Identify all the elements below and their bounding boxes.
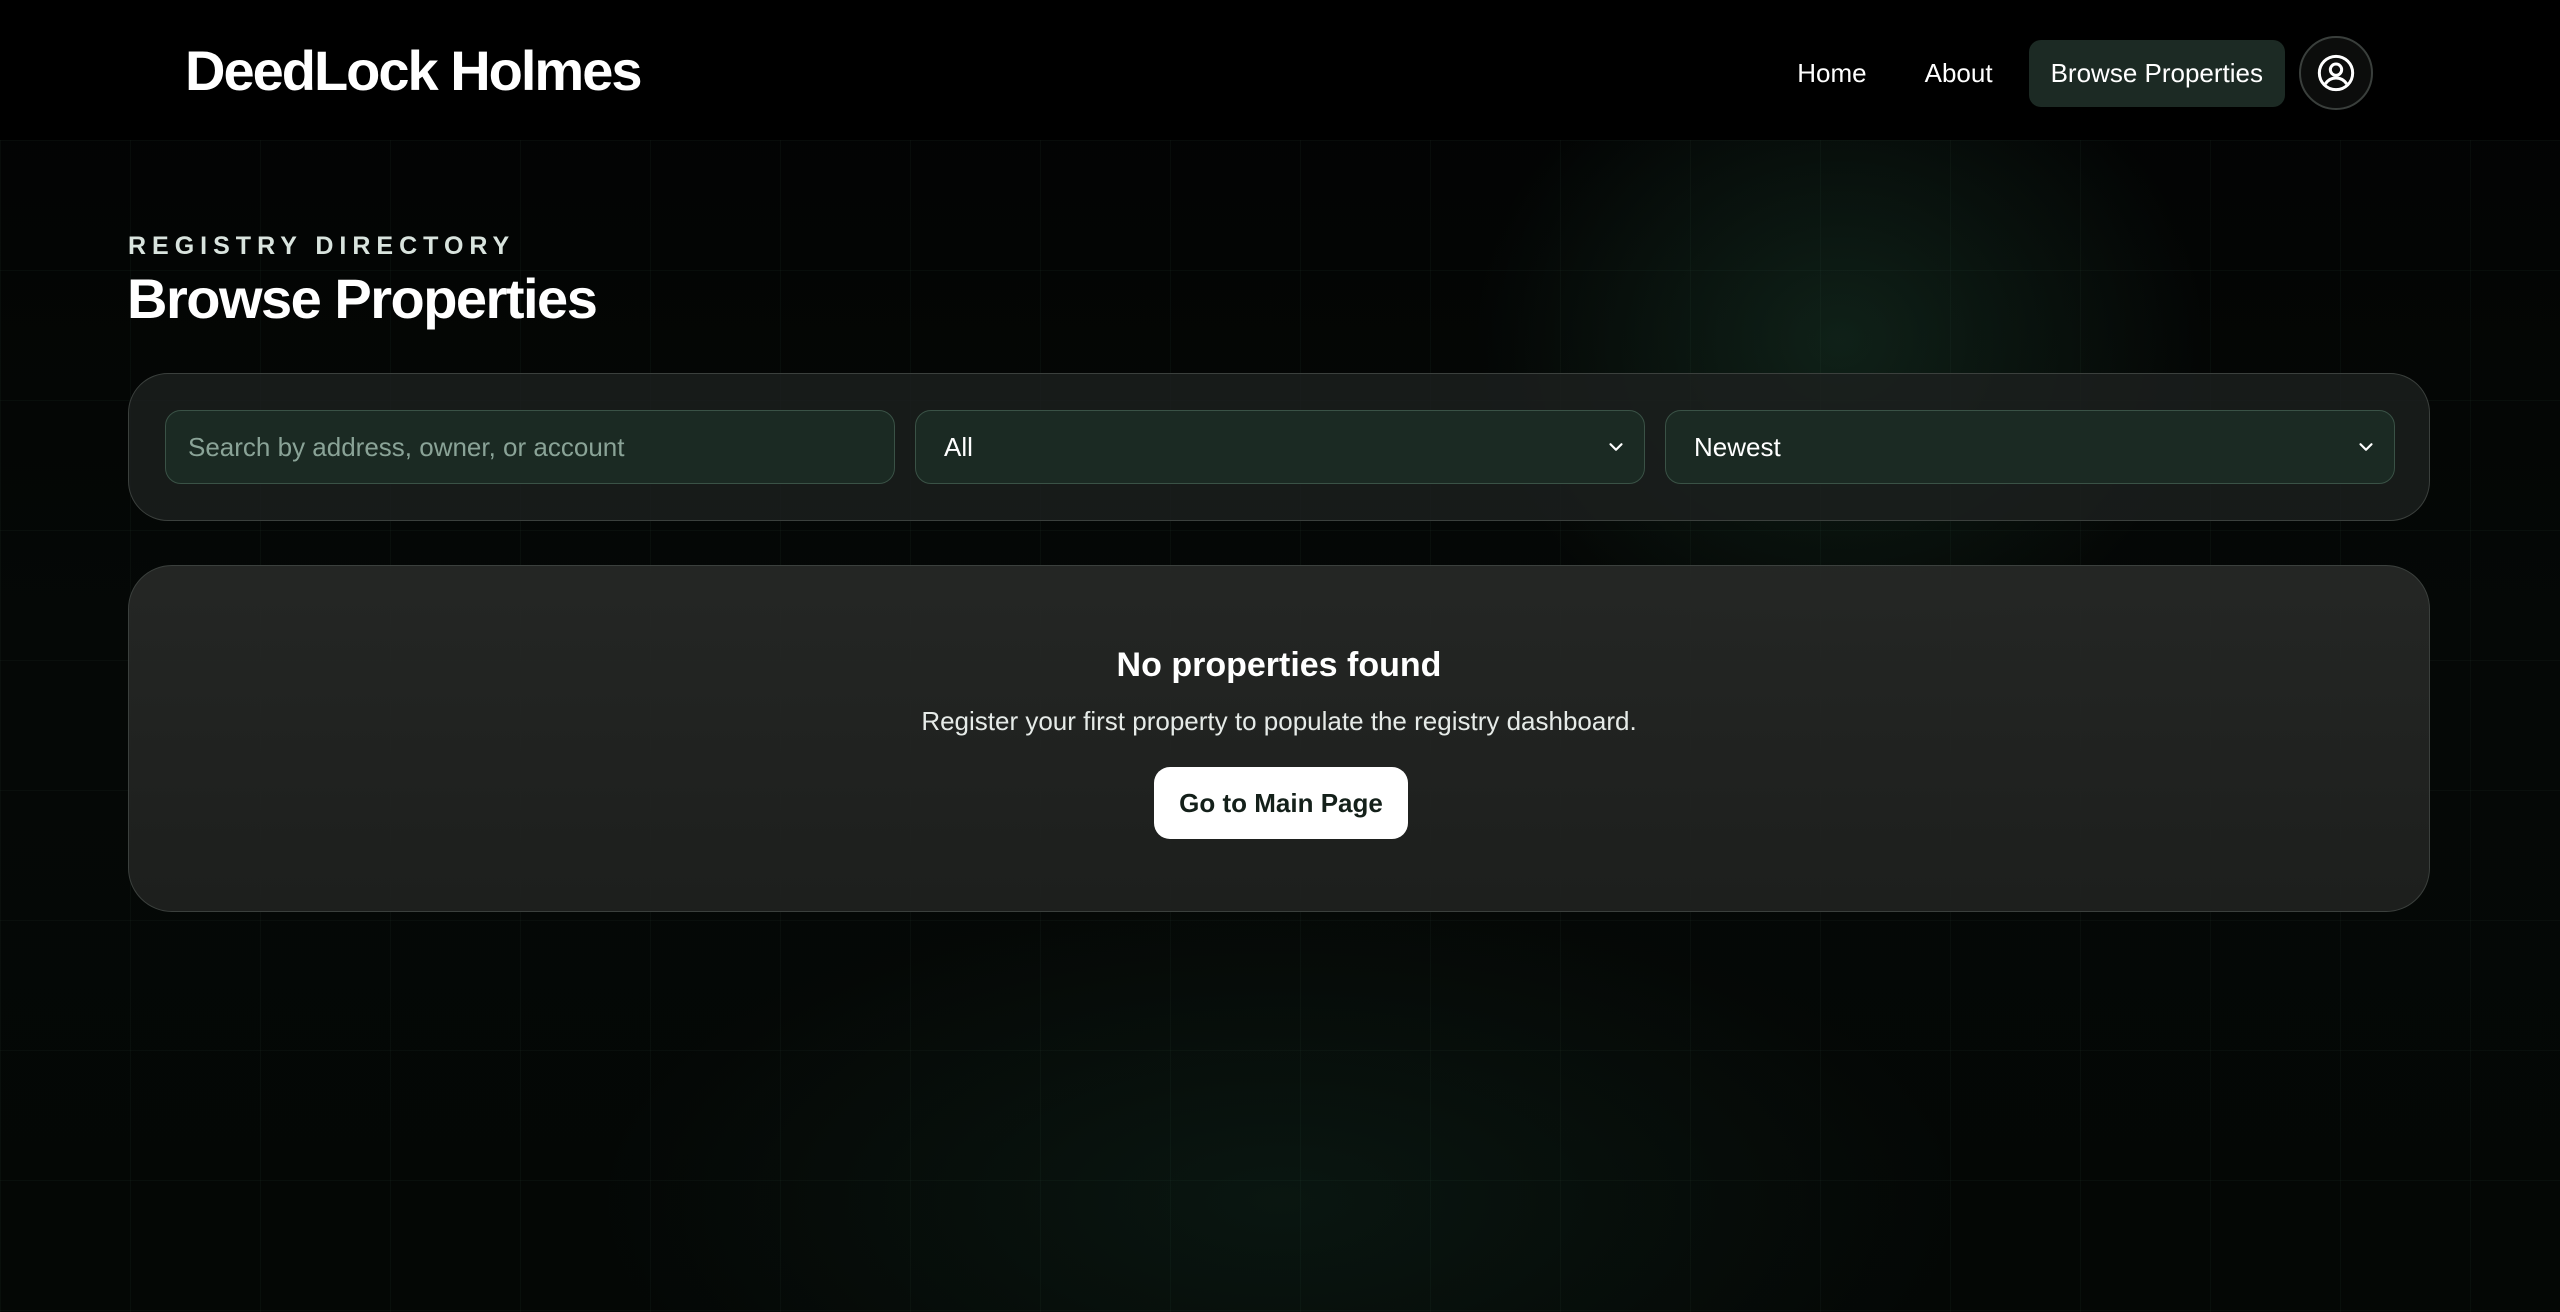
go-to-main-page-button[interactable]: Go to Main Page	[1154, 767, 1408, 839]
empty-state-card: No properties found Register your first …	[128, 565, 2430, 912]
type-select[interactable]: All	[915, 410, 1645, 484]
section-eyebrow: REGISTRY DIRECTORY	[128, 232, 516, 260]
user-circle-icon	[2317, 54, 2355, 92]
account-button[interactable]	[2299, 36, 2373, 110]
search-input[interactable]	[166, 411, 894, 483]
filter-bar: All Newest	[128, 373, 2430, 521]
top-header: DeedLock Holmes Home About Browse Proper…	[0, 0, 2560, 140]
nav-browse-properties[interactable]: Browse Properties	[2028, 39, 2285, 107]
nav-home[interactable]: Home	[1775, 40, 1888, 107]
empty-state-title: No properties found	[1116, 646, 1442, 684]
search-field	[165, 410, 895, 484]
brand-logo[interactable]: DeedLock Holmes	[185, 38, 642, 103]
main-nav: Home About Browse Properties	[1775, 36, 2373, 110]
page-title: Browse Properties	[127, 267, 598, 330]
page: DeedLock Holmes Home About Browse Proper…	[0, 0, 2560, 1312]
chevron-down-icon	[2352, 433, 2380, 461]
chevron-down-icon	[1602, 433, 1630, 461]
nav-about[interactable]: About	[1903, 40, 2015, 107]
type-select-value: All	[944, 431, 973, 462]
sort-select-value: Newest	[1694, 431, 1781, 462]
empty-state-text: Register your first property to populate…	[921, 706, 1637, 736]
sort-select[interactable]: Newest	[1665, 410, 2395, 484]
